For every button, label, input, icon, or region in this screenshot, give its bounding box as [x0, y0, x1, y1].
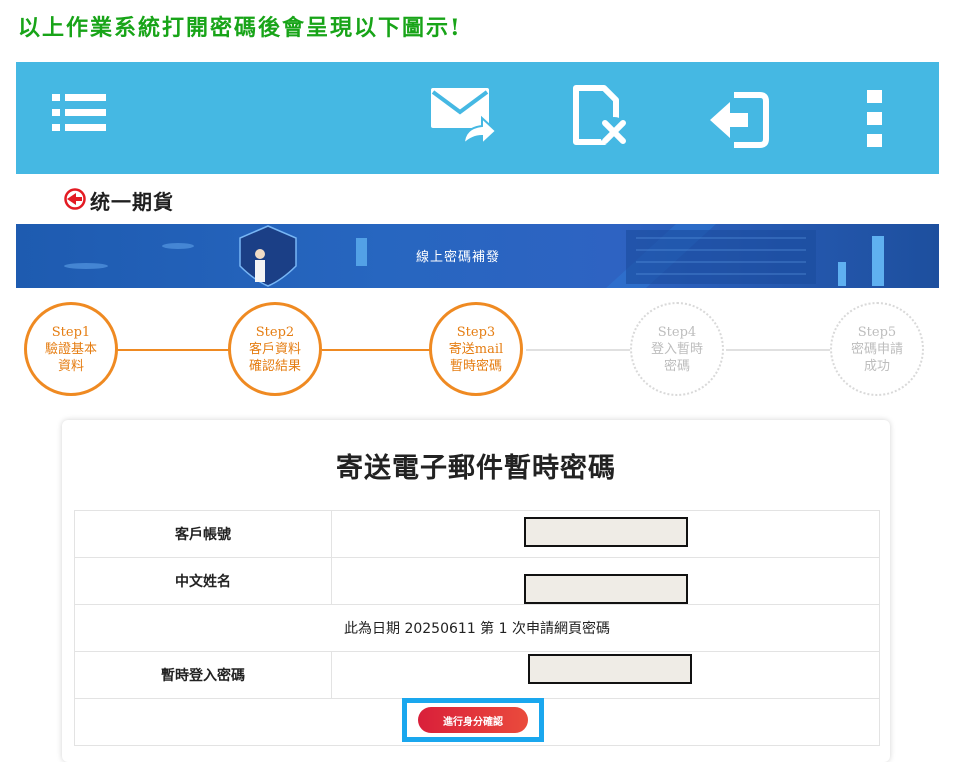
step-1: Step1 驗證基本 資料	[24, 302, 118, 396]
step-label: 成功	[863, 358, 890, 374]
step-4: Step4 登入暫時 密碼	[630, 302, 724, 396]
step-label: 客戶資料	[248, 341, 301, 357]
more-vertical-icon[interactable]	[866, 90, 884, 154]
account-label: 客戶帳號	[74, 510, 332, 558]
step-number: Step2	[255, 324, 295, 340]
step-label: 確認結果	[248, 358, 301, 374]
step-label: 密碼	[663, 358, 690, 374]
table-row: 中文姓名	[74, 557, 880, 605]
table-row: 客戶帳號	[74, 510, 880, 558]
confirm-identity-button[interactable]: 進行身分確認	[418, 707, 528, 733]
caption-text: 以上作業系統打開密碼後會呈現以下圖示!	[18, 15, 462, 41]
step-label: 資料	[57, 358, 84, 374]
step-number: Step3	[456, 324, 496, 340]
step-number: Step5	[857, 324, 897, 340]
menu-icon[interactable]	[52, 88, 106, 142]
redacted-name-value	[524, 574, 688, 604]
hero-banner: 線上密碼補發	[16, 224, 939, 288]
app-toolbar	[16, 62, 939, 174]
step-connector	[116, 349, 232, 351]
step-connector	[726, 349, 830, 351]
brand-logo-icon	[64, 188, 86, 214]
step-label: 寄送mail	[448, 341, 504, 357]
step-label: 密碼申請	[850, 341, 903, 357]
redacted-temp-password-value	[528, 654, 692, 684]
name-label: 中文姓名	[74, 557, 332, 605]
login-icon[interactable]	[708, 92, 770, 152]
button-highlight-box: 進行身分確認	[402, 698, 544, 742]
brand-header: 统一期貨	[16, 174, 939, 224]
step-5: Step5 密碼申請 成功	[830, 302, 924, 396]
step-connector	[322, 349, 432, 351]
banner-title: 線上密碼補發	[416, 250, 501, 265]
step-number: Step4	[657, 324, 697, 340]
step-number: Step1	[51, 324, 91, 340]
application-notice: 此為日期 20250611 第 1 次申請網頁密碼	[74, 604, 880, 652]
step-3: Step3 寄送mail 暫時密碼	[429, 302, 523, 396]
delete-file-icon[interactable]	[572, 84, 634, 154]
table-row: 此為日期 20250611 第 1 次申請網頁密碼	[74, 604, 880, 652]
step-2: Step2 客戶資料 確認結果	[228, 302, 322, 396]
temp-password-card: 寄送電子郵件暫時密碼 客戶帳號 中文姓名 此為日期 20250611 第 1 次…	[62, 420, 890, 762]
redacted-account-value	[524, 517, 688, 547]
progress-steps: Step1 驗證基本 資料 Step2 客戶資料 確認結果 Step3 寄送ma…	[16, 302, 939, 412]
table-row: 暫時登入密碼	[74, 651, 880, 699]
step-label: 登入暫時	[650, 341, 703, 357]
form-title: 寄送電子郵件暫時密碼	[336, 453, 616, 484]
step-label: 驗證基本	[44, 341, 97, 357]
step-connector	[526, 349, 632, 351]
step-label: 暫時密碼	[449, 358, 502, 374]
app-screen: 统一期貨 線上密碼補發 Step1 驗證基本 資料 Step2 客戶資料 確認結…	[16, 62, 939, 762]
mail-forward-icon[interactable]	[430, 84, 498, 150]
brand-name: 统一期貨	[90, 190, 174, 214]
temp-password-label: 暫時登入密碼	[74, 651, 332, 699]
